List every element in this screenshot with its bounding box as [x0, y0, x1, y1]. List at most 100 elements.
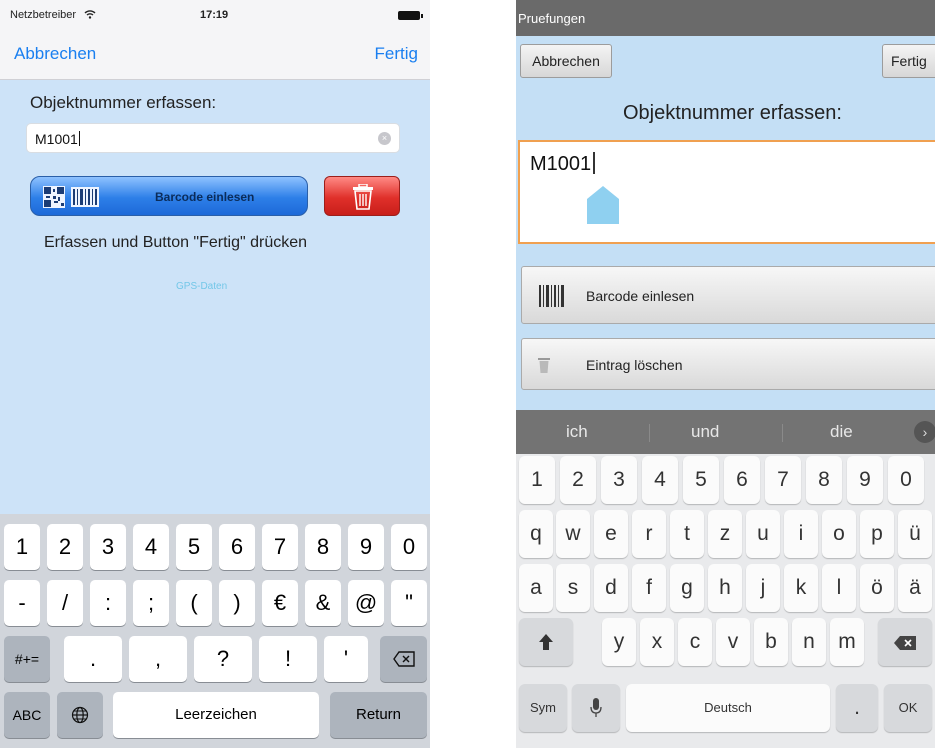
- key-at[interactable]: @: [348, 580, 384, 626]
- key-8[interactable]: 8: [305, 524, 341, 570]
- delete-button[interactable]: [324, 176, 400, 216]
- key-euro[interactable]: €: [262, 580, 298, 626]
- key-5[interactable]: 5: [176, 524, 212, 570]
- key-9[interactable]: 9: [847, 456, 883, 504]
- key-9[interactable]: 9: [348, 524, 384, 570]
- clear-icon[interactable]: ×: [378, 132, 391, 145]
- key-f[interactable]: f: [632, 564, 666, 612]
- backspace-key[interactable]: [878, 618, 932, 666]
- space-key[interactable]: Deutsch: [626, 684, 830, 732]
- cancel-button[interactable]: Abbrechen: [14, 44, 96, 64]
- key-open-paren[interactable]: (: [176, 580, 212, 626]
- object-number-value: M1001: [530, 152, 596, 176]
- backspace-key[interactable]: [380, 636, 427, 682]
- key-i[interactable]: i: [784, 510, 818, 558]
- key-comma[interactable]: ,: [129, 636, 187, 682]
- globe-key[interactable]: [57, 692, 103, 738]
- key-abc[interactable]: ABC: [4, 692, 50, 738]
- key-2[interactable]: 2: [47, 524, 83, 570]
- key-g[interactable]: g: [670, 564, 704, 612]
- key-6[interactable]: 6: [219, 524, 255, 570]
- key-c[interactable]: c: [678, 618, 712, 666]
- key-1[interactable]: 1: [4, 524, 40, 570]
- key-3[interactable]: 3: [90, 524, 126, 570]
- key-e[interactable]: e: [594, 510, 628, 558]
- done-button[interactable]: Fertig: [375, 44, 418, 64]
- key-t[interactable]: t: [670, 510, 704, 558]
- key-6[interactable]: 6: [724, 456, 760, 504]
- key-exclamation[interactable]: !: [259, 636, 317, 682]
- return-key[interactable]: Return: [330, 692, 427, 738]
- shift-key[interactable]: [519, 618, 573, 666]
- delete-entry-label: Eintrag löschen: [586, 357, 683, 373]
- key-a-umlaut[interactable]: ä: [898, 564, 932, 612]
- key-7[interactable]: 7: [765, 456, 801, 504]
- key-u[interactable]: u: [746, 510, 780, 558]
- key-w[interactable]: w: [556, 510, 590, 558]
- suggestion-3[interactable]: die: [830, 422, 853, 442]
- key-colon[interactable]: :: [90, 580, 126, 626]
- key-p[interactable]: p: [860, 510, 894, 558]
- key-period[interactable]: .: [64, 636, 122, 682]
- key-s[interactable]: s: [556, 564, 590, 612]
- key-v[interactable]: v: [716, 618, 750, 666]
- key-l[interactable]: l: [822, 564, 856, 612]
- space-key[interactable]: Leerzeichen: [113, 692, 319, 738]
- key-7[interactable]: 7: [262, 524, 298, 570]
- chevron-right-icon[interactable]: ›: [914, 421, 935, 443]
- delete-entry-button[interactable]: Eintrag löschen: [521, 338, 935, 390]
- key-4[interactable]: 4: [133, 524, 169, 570]
- key-d[interactable]: d: [594, 564, 628, 612]
- key-x[interactable]: x: [640, 618, 674, 666]
- object-number-input[interactable]: M1001: [518, 140, 935, 244]
- key-question[interactable]: ?: [194, 636, 252, 682]
- key-o-umlaut[interactable]: ö: [860, 564, 894, 612]
- suggestion-divider: [649, 424, 650, 442]
- key-semicolon[interactable]: ;: [133, 580, 169, 626]
- symbols-key[interactable]: Sym: [519, 684, 567, 732]
- suggestion-1[interactable]: ich: [566, 422, 588, 442]
- key-k[interactable]: k: [784, 564, 818, 612]
- object-number-input[interactable]: M1001 ×: [26, 123, 400, 153]
- key-n[interactable]: n: [792, 618, 826, 666]
- key-close-paren[interactable]: ): [219, 580, 255, 626]
- key-1[interactable]: 1: [519, 456, 555, 504]
- key-j[interactable]: j: [746, 564, 780, 612]
- key-apostrophe[interactable]: ': [324, 636, 368, 682]
- scan-barcode-button[interactable]: Barcode einlesen: [30, 176, 308, 216]
- key-8[interactable]: 8: [806, 456, 842, 504]
- key-period[interactable]: .: [836, 684, 878, 732]
- key-b[interactable]: b: [754, 618, 788, 666]
- suggestion-2[interactable]: und: [691, 422, 719, 442]
- battery-icon: [398, 11, 423, 20]
- gps-data-link[interactable]: GPS-Daten: [176, 281, 227, 292]
- key-m[interactable]: m: [830, 618, 864, 666]
- object-number-label: Objektnummer erfassen:: [30, 93, 217, 112]
- key-quote[interactable]: ": [391, 580, 427, 626]
- ok-key[interactable]: OK: [884, 684, 932, 732]
- key-y[interactable]: y: [602, 618, 636, 666]
- cancel-button[interactable]: Abbrechen: [520, 44, 612, 78]
- key-5[interactable]: 5: [683, 456, 719, 504]
- key-r[interactable]: r: [632, 510, 666, 558]
- key-q[interactable]: q: [519, 510, 553, 558]
- key-4[interactable]: 4: [642, 456, 678, 504]
- object-number-label: Objektnummer erfassen:: [623, 102, 842, 124]
- key-more-symbols[interactable]: #+=: [4, 636, 50, 682]
- done-button[interactable]: Fertig: [882, 44, 935, 78]
- microphone-key[interactable]: [572, 684, 620, 732]
- key-0[interactable]: 0: [888, 456, 924, 504]
- key-slash[interactable]: /: [47, 580, 83, 626]
- key-3[interactable]: 3: [601, 456, 637, 504]
- key-0[interactable]: 0: [391, 524, 427, 570]
- cursor-handle-icon[interactable]: [586, 186, 620, 224]
- key-ampersand[interactable]: &: [305, 580, 341, 626]
- key-2[interactable]: 2: [560, 456, 596, 504]
- key-z[interactable]: z: [708, 510, 742, 558]
- key-h[interactable]: h: [708, 564, 742, 612]
- key-a[interactable]: a: [519, 564, 553, 612]
- key-o[interactable]: o: [822, 510, 856, 558]
- key-hyphen[interactable]: -: [4, 580, 40, 626]
- key-u-umlaut[interactable]: ü: [898, 510, 932, 558]
- scan-barcode-button[interactable]: Barcode einlesen: [521, 266, 935, 324]
